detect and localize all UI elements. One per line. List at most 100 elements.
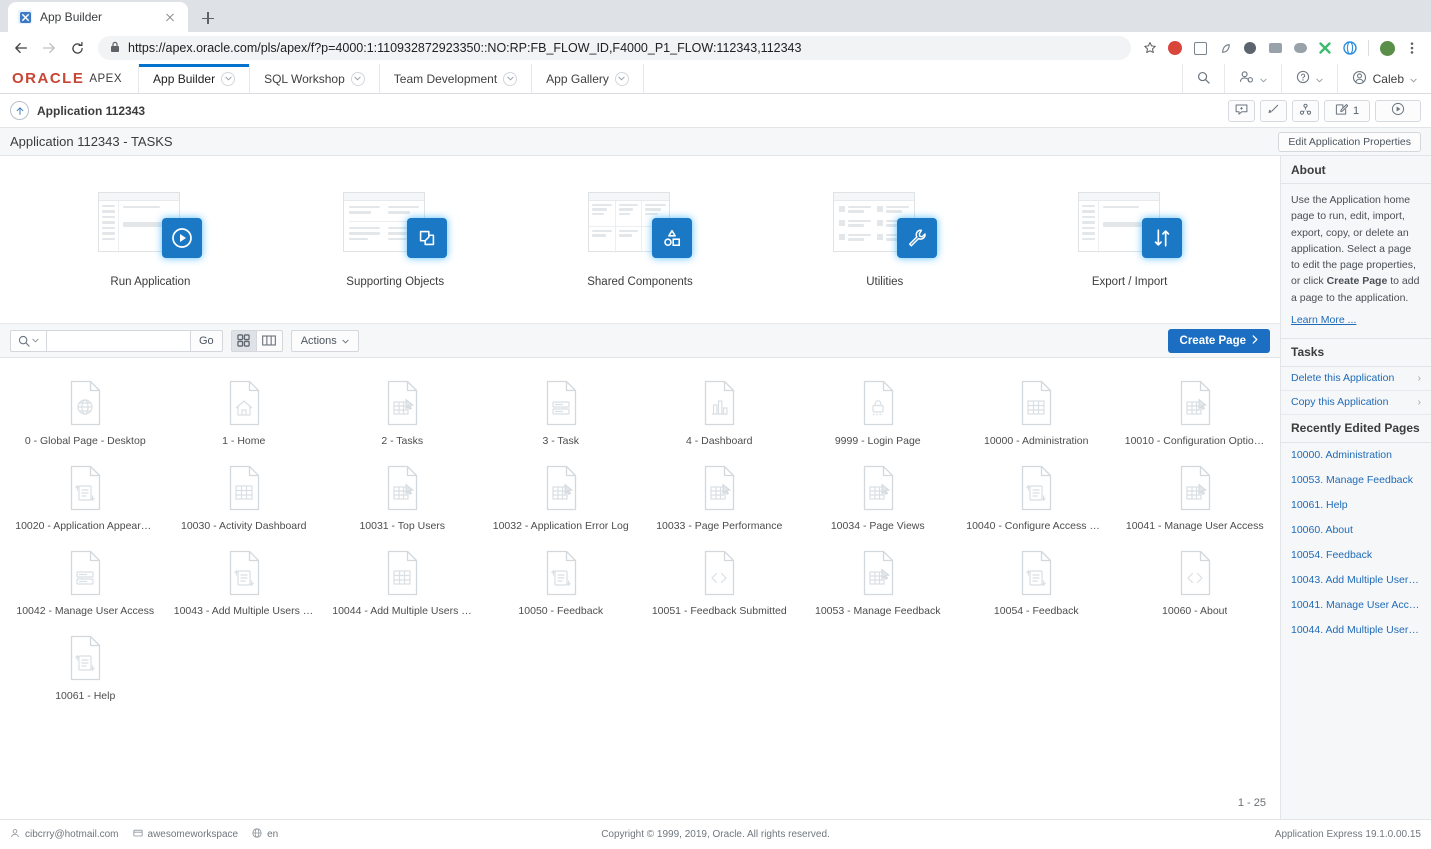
icon-view-button[interactable]: [230, 329, 257, 352]
extension-red-icon[interactable]: [1164, 37, 1186, 59]
page-tile[interactable]: 10051 - Feedback Submitted: [640, 544, 799, 623]
action-tile-run-application[interactable]: Run Application: [45, 191, 255, 288]
share-icon: [1299, 103, 1312, 119]
close-icon[interactable]: [162, 9, 178, 25]
extension-screenshot-icon[interactable]: [1189, 37, 1211, 59]
chrome-menu-icon[interactable]: [1401, 37, 1423, 59]
chevron-down-icon[interactable]: [614, 71, 629, 86]
chevron-down-icon[interactable]: [221, 71, 236, 86]
page-tile[interactable]: 10061 - Help: [6, 629, 165, 708]
forward-icon[interactable]: [36, 35, 62, 61]
page-tile[interactable]: 10041 - Manage User Access: [1116, 459, 1275, 538]
administration-menu[interactable]: [1223, 64, 1281, 93]
footer-workspace[interactable]: awesomeworkspace: [132, 828, 238, 841]
search-icon[interactable]: [10, 329, 46, 352]
task-delete-application[interactable]: Delete this Application ›: [1281, 367, 1431, 391]
browser-tab[interactable]: App Builder: [8, 2, 188, 32]
nav-item-app-builder[interactable]: App Builder: [138, 64, 250, 93]
actions-menu-button[interactable]: Actions: [290, 329, 359, 352]
tab-title: App Builder: [40, 10, 103, 24]
action-tile-shared-components[interactable]: Shared Components: [535, 191, 745, 288]
up-arrow-icon[interactable]: [10, 101, 29, 120]
recent-page-item[interactable]: 10043. Add Multiple Users - ...: [1281, 568, 1431, 593]
report-view-button[interactable]: [256, 329, 283, 352]
chevron-down-icon[interactable]: [503, 71, 518, 86]
user-menu[interactable]: Caleb: [1336, 64, 1431, 93]
profile-avatar-icon[interactable]: [1376, 37, 1398, 59]
page-tile[interactable]: 9999 - Login Page: [799, 374, 958, 453]
page-tile[interactable]: 10000 - Administration: [957, 374, 1116, 453]
nav-item-team-development[interactable]: Team Development: [378, 64, 531, 93]
page-tile-label: 10054 - Feedback: [993, 605, 1079, 617]
recent-page-item[interactable]: 10041. Manage User Access: [1281, 593, 1431, 618]
page-tile[interactable]: 10040 - Configure Access Control: [957, 459, 1116, 538]
nav-item-sql-workshop[interactable]: SQL Workshop: [249, 64, 379, 93]
oracle-apex-logo[interactable]: ORACLE APEX: [0, 64, 138, 93]
page-tile[interactable]: 2 - Tasks: [323, 374, 482, 453]
page-tile[interactable]: 10054 - Feedback: [957, 544, 1116, 623]
spotlight-button[interactable]: [1292, 99, 1319, 122]
recent-page-item[interactable]: 10061. Help: [1281, 493, 1431, 518]
page-tile[interactable]: 0 - Global Page - Desktop: [6, 374, 165, 453]
feedback-button[interactable]: [1228, 99, 1255, 122]
learn-more-link[interactable]: Learn More ...: [1291, 314, 1421, 326]
page-tile[interactable]: 4 - Dashboard: [640, 374, 799, 453]
go-button[interactable]: Go: [191, 329, 223, 352]
page-tile[interactable]: 10032 - Application Error Log: [482, 459, 641, 538]
page-tile[interactable]: 10030 - Activity Dashboard: [165, 459, 324, 538]
new-tab-button[interactable]: [194, 4, 222, 32]
edit-application-properties-button[interactable]: Edit Application Properties: [1278, 131, 1421, 152]
chevron-down-icon: [1410, 72, 1417, 86]
extension-chat-icon[interactable]: [1289, 37, 1311, 59]
back-icon[interactable]: [8, 35, 34, 61]
form-page-icon: [543, 380, 579, 426]
recent-page-label: 10061. Help: [1291, 499, 1348, 512]
recent-page-item[interactable]: 10000. Administration: [1281, 443, 1431, 468]
bookmark-star-icon[interactable]: [1139, 37, 1161, 59]
pagination-label: 1 - 25: [1237, 797, 1266, 809]
page-tile[interactable]: 10020 - Application Appearance: [6, 459, 165, 538]
page-tile[interactable]: 10033 - Page Performance: [640, 459, 799, 538]
page-tile[interactable]: 10044 - Add Multiple Users - Ste...: [323, 544, 482, 623]
view-toggle-group: [230, 329, 283, 352]
search-input[interactable]: [46, 329, 191, 352]
search-button[interactable]: [1181, 64, 1224, 93]
recent-page-item[interactable]: 10054. Feedback: [1281, 543, 1431, 568]
page-tile[interactable]: 1 - Home: [165, 374, 324, 453]
reload-icon[interactable]: [64, 35, 90, 61]
page-tile[interactable]: 10060 - About: [1116, 544, 1275, 623]
extension-leaf-icon[interactable]: [1214, 37, 1236, 59]
action-tile-supporting-objects[interactable]: Supporting Objects: [290, 191, 500, 288]
page-tile[interactable]: 10042 - Manage User Access: [6, 544, 165, 623]
extension-circle-icon[interactable]: [1239, 37, 1261, 59]
action-tile-utilities[interactable]: Utilities: [780, 191, 990, 288]
run-button[interactable]: [1375, 99, 1421, 122]
workspace-icon: [132, 828, 143, 841]
extension-window-icon[interactable]: [1264, 37, 1286, 59]
action-tile-export-import[interactable]: Export / Import: [1025, 191, 1235, 288]
nav-item-app-gallery[interactable]: App Gallery: [531, 64, 643, 93]
page-tile[interactable]: 10031 - Top Users: [323, 459, 482, 538]
address-bar[interactable]: https://apex.oracle.com/pls/apex/f?p=400…: [98, 36, 1131, 60]
page-tile[interactable]: 10010 - Configuration Options: [1116, 374, 1275, 453]
recent-page-item[interactable]: 10044. Add Multiple Users - ...: [1281, 618, 1431, 643]
chevron-down-icon[interactable]: [350, 71, 365, 86]
extension-x-icon[interactable]: [1314, 37, 1336, 59]
page-tile[interactable]: 3 - Task: [482, 374, 641, 453]
recent-page-item[interactable]: 10053. Manage Feedback: [1281, 468, 1431, 493]
edit-page-button[interactable]: 1: [1324, 99, 1370, 122]
user-admin-icon: [1239, 70, 1254, 87]
form-report-page-icon: [543, 550, 579, 596]
help-menu[interactable]: [1280, 64, 1337, 93]
footer-language[interactable]: en: [252, 828, 278, 841]
page-tile[interactable]: 10050 - Feedback: [482, 544, 641, 623]
recent-page-item[interactable]: 10060. About: [1281, 518, 1431, 543]
theme-button[interactable]: [1260, 99, 1287, 122]
page-tile[interactable]: 10034 - Page Views: [799, 459, 958, 538]
page-tile[interactable]: 10043 - Add Multiple Users - Ste...: [165, 544, 324, 623]
page-tile[interactable]: 10053 - Manage Feedback: [799, 544, 958, 623]
create-page-button[interactable]: Create Page: [1167, 328, 1270, 353]
footer-user[interactable]: cibcrry@hotmail.com: [10, 828, 119, 841]
task-copy-application[interactable]: Copy this Application ›: [1281, 391, 1431, 415]
extension-globe-icon[interactable]: [1339, 37, 1361, 59]
